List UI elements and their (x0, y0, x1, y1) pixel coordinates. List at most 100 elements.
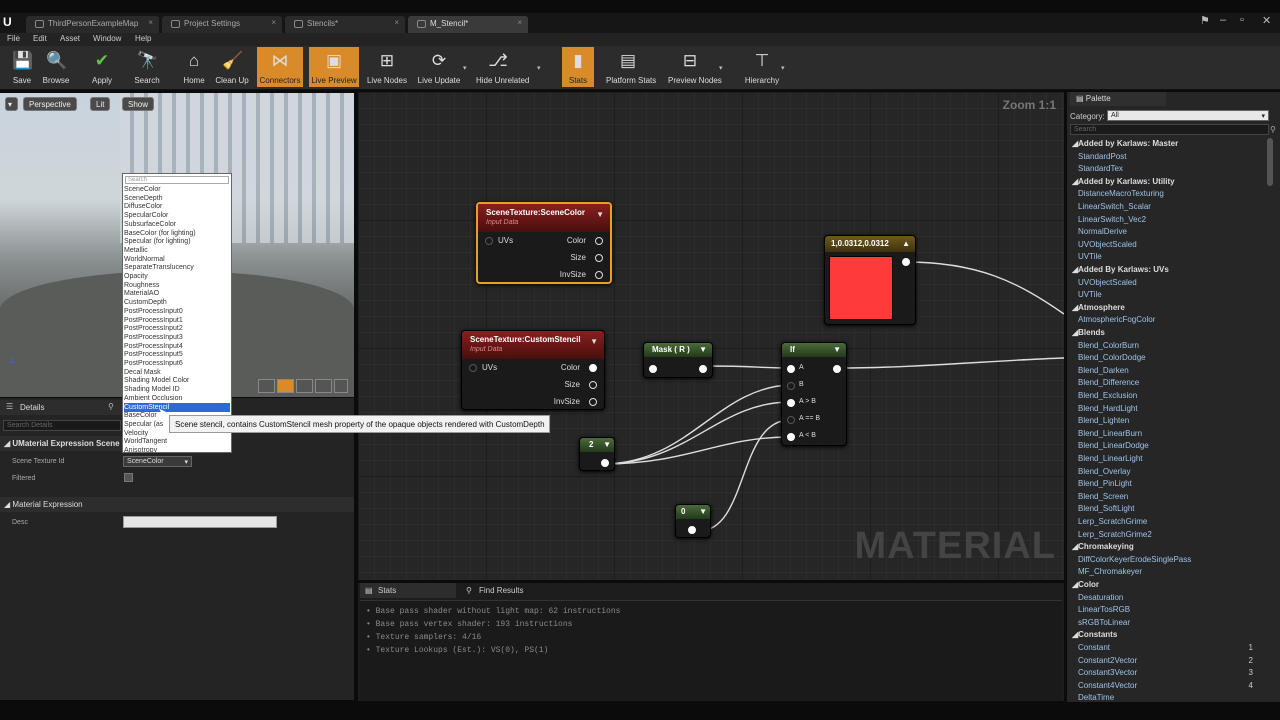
dropdown-item[interactable]: CustomDepth (124, 298, 167, 307)
tab-thirdpersonexamplemap[interactable]: ThirdPersonExampleMap × (26, 16, 159, 33)
dropdown-item[interactable]: DiffuseColor (124, 202, 162, 211)
plane-mesh-icon[interactable] (296, 379, 313, 393)
dropdown-item[interactable]: PostProcessInput1 (124, 316, 183, 325)
dropdown-item[interactable]: CustomStencil (124, 402, 230, 412)
dropdown-item[interactable]: WorldNormal (124, 255, 165, 264)
collapse-icon[interactable]: ▼ (833, 345, 841, 354)
details-tab[interactable]: Details (0, 400, 125, 415)
palette-item[interactable]: Constant4Vector (1078, 681, 1137, 690)
maximize-icon[interactable]: ▫ (1240, 14, 1244, 26)
section-material-expression[interactable]: ◢ Material Expression (0, 497, 354, 512)
pin-output[interactable] (833, 365, 841, 373)
palette-item[interactable]: Blend_Screen (1078, 492, 1128, 501)
live-update-button[interactable]: ⟳ Live Update (417, 47, 461, 87)
pin-b[interactable] (787, 382, 795, 390)
collapse-icon[interactable]: ▼ (596, 210, 604, 219)
find-results-tab[interactable]: Find Results (479, 586, 523, 595)
clean-up-button[interactable]: 🧹 Clean Up (210, 47, 254, 87)
preview-nodes-button[interactable]: ⊟ Preview Nodes (668, 47, 722, 87)
user-icon[interactable]: ⚑ (1200, 14, 1210, 27)
dropdown-item[interactable]: SubsurfaceColor (124, 220, 176, 229)
palette-item[interactable]: DeltaTime (1078, 693, 1114, 702)
menu-window[interactable]: Window (93, 34, 121, 43)
cube-mesh-icon[interactable] (315, 379, 332, 393)
live-preview-button[interactable]: ▣ Live Preview (309, 47, 359, 87)
palette-item[interactable]: Constant (1078, 643, 1110, 652)
palette-item[interactable]: UVObjectScaled (1078, 240, 1137, 249)
minimize-icon[interactable]: – (1220, 14, 1226, 26)
sphere-mesh-icon[interactable] (277, 379, 294, 393)
connectors-button[interactable]: ⋈ Connectors (257, 47, 303, 87)
palette-item[interactable]: DistanceMacroTexturing (1078, 189, 1164, 198)
filtered-checkbox[interactable] (124, 473, 133, 482)
dropdown-item[interactable]: MaterialAO (124, 289, 159, 298)
pin-color[interactable] (589, 364, 597, 372)
menu-edit[interactable]: Edit (33, 34, 47, 43)
dropdown-item[interactable]: PostProcessInput6 (124, 359, 183, 368)
apply-button[interactable]: ✔ Apply (80, 47, 124, 87)
dropdown-item[interactable]: SeparateTranslucency (124, 263, 194, 272)
palette-item[interactable]: Blend_LinearDodge (1078, 441, 1149, 450)
dropdown-item[interactable]: Ambient Occlusion (124, 394, 182, 403)
palette-item[interactable]: UVTile (1078, 290, 1102, 299)
dropdown-item[interactable]: PostProcessInput4 (124, 342, 183, 351)
stats-tab[interactable] (360, 583, 456, 598)
palette-item[interactable]: Lerp_ScratchGrime (1078, 517, 1147, 526)
preview-nodes-dropdown-icon[interactable]: ▾ (719, 64, 723, 72)
hierarchy-button[interactable]: ⊤ Hierarchy (740, 47, 784, 87)
pin-input[interactable] (649, 365, 657, 373)
pin-a[interactable] (787, 365, 795, 373)
dropdown-item[interactable]: Anisotropy (124, 446, 157, 452)
palette-item[interactable]: UVTile (1078, 252, 1102, 261)
palette-category[interactable]: ◢Added by Karlaws: Utility (1072, 177, 1175, 186)
palette-category[interactable]: ◢Added By Karlaws: UVs (1072, 265, 1169, 274)
teapot-mesh-icon[interactable] (334, 379, 348, 393)
menu-asset[interactable]: Asset (60, 34, 80, 43)
menu-help[interactable]: Help (135, 34, 151, 43)
dropdown-item[interactable]: BaseColor (124, 411, 157, 420)
dropdown-item[interactable]: SceneColor (124, 185, 161, 194)
node-scenetexture-scenecolor[interactable]: SceneTexture:SceneColor Input Data ▼ UVs C… (476, 202, 612, 284)
node-constant-0[interactable]: 0 ▼ (675, 504, 711, 538)
scene-texture-id-select[interactable]: SceneColor ▾ (123, 456, 192, 467)
palette-category[interactable]: ◢Chromakeying (1072, 542, 1134, 551)
pin-a-gt-b[interactable] (787, 399, 795, 407)
collapse-icon[interactable]: ▼ (590, 337, 598, 346)
palette-item[interactable]: Blend_LinearLight (1078, 454, 1143, 463)
palette-item[interactable]: Lerp_ScratchGrime2 (1078, 530, 1152, 539)
palette-category[interactable]: ◢Atmosphere (1072, 303, 1125, 312)
dropdown-item[interactable]: Shading Model Color (124, 376, 189, 385)
hierarchy-dropdown-icon[interactable]: ▾ (781, 64, 785, 72)
viewport-options-button[interactable]: ▾ (5, 97, 18, 111)
pin-output[interactable] (688, 526, 696, 534)
palette-item[interactable]: NormalDerive (1078, 227, 1127, 236)
palette-item[interactable]: Blend_SoftLight (1078, 504, 1135, 513)
search-button[interactable]: 🔭 Search (125, 47, 169, 87)
dropdown-item[interactable]: Metallic (124, 246, 148, 255)
pin-output[interactable] (902, 258, 910, 266)
dropdown-item[interactable]: Specular (for lighting) (124, 237, 191, 246)
palette-item[interactable]: Constant3Vector (1078, 668, 1137, 677)
cylinder-mesh-icon[interactable] (258, 379, 275, 393)
perspective-button[interactable]: Perspective (23, 97, 77, 111)
collapse-icon[interactable]: ▼ (699, 507, 707, 516)
pin-uvs[interactable] (485, 237, 493, 245)
pin-a-lt-b[interactable] (787, 433, 795, 441)
desc-input[interactable] (123, 516, 277, 528)
dropdown-item[interactable]: Specular (as (124, 420, 163, 429)
section-umaterial-expression-scene[interactable]: ◢ UMaterial Expression Scene (0, 436, 125, 451)
palette-item[interactable]: DiffColorKeyerErodeSinglePass (1078, 555, 1191, 564)
pin-invsize[interactable] (589, 398, 597, 406)
palette-category[interactable]: ◢Added by Karlaws: Master (1072, 139, 1178, 148)
collapse-icon[interactable]: ▲ (902, 239, 910, 248)
palette-item[interactable]: StandardTex (1078, 164, 1123, 173)
palette-item[interactable]: Blend_Difference (1078, 378, 1139, 387)
dropdown-item[interactable]: SpecularColor (124, 211, 168, 220)
close-icon[interactable]: × (517, 18, 522, 27)
tab-m-stencil[interactable]: M_Stencil* × (408, 16, 528, 33)
hide-unrelated-dropdown-icon[interactable]: ▾ (537, 64, 541, 72)
node-if[interactable]: If ▼ A B A > B A == B A < B (781, 342, 847, 446)
dropdown-item[interactable]: BaseColor (for lighting) (124, 229, 196, 238)
live-update-dropdown-icon[interactable]: ▾ (463, 64, 467, 72)
dropdown-item[interactable]: Roughness (124, 281, 159, 290)
